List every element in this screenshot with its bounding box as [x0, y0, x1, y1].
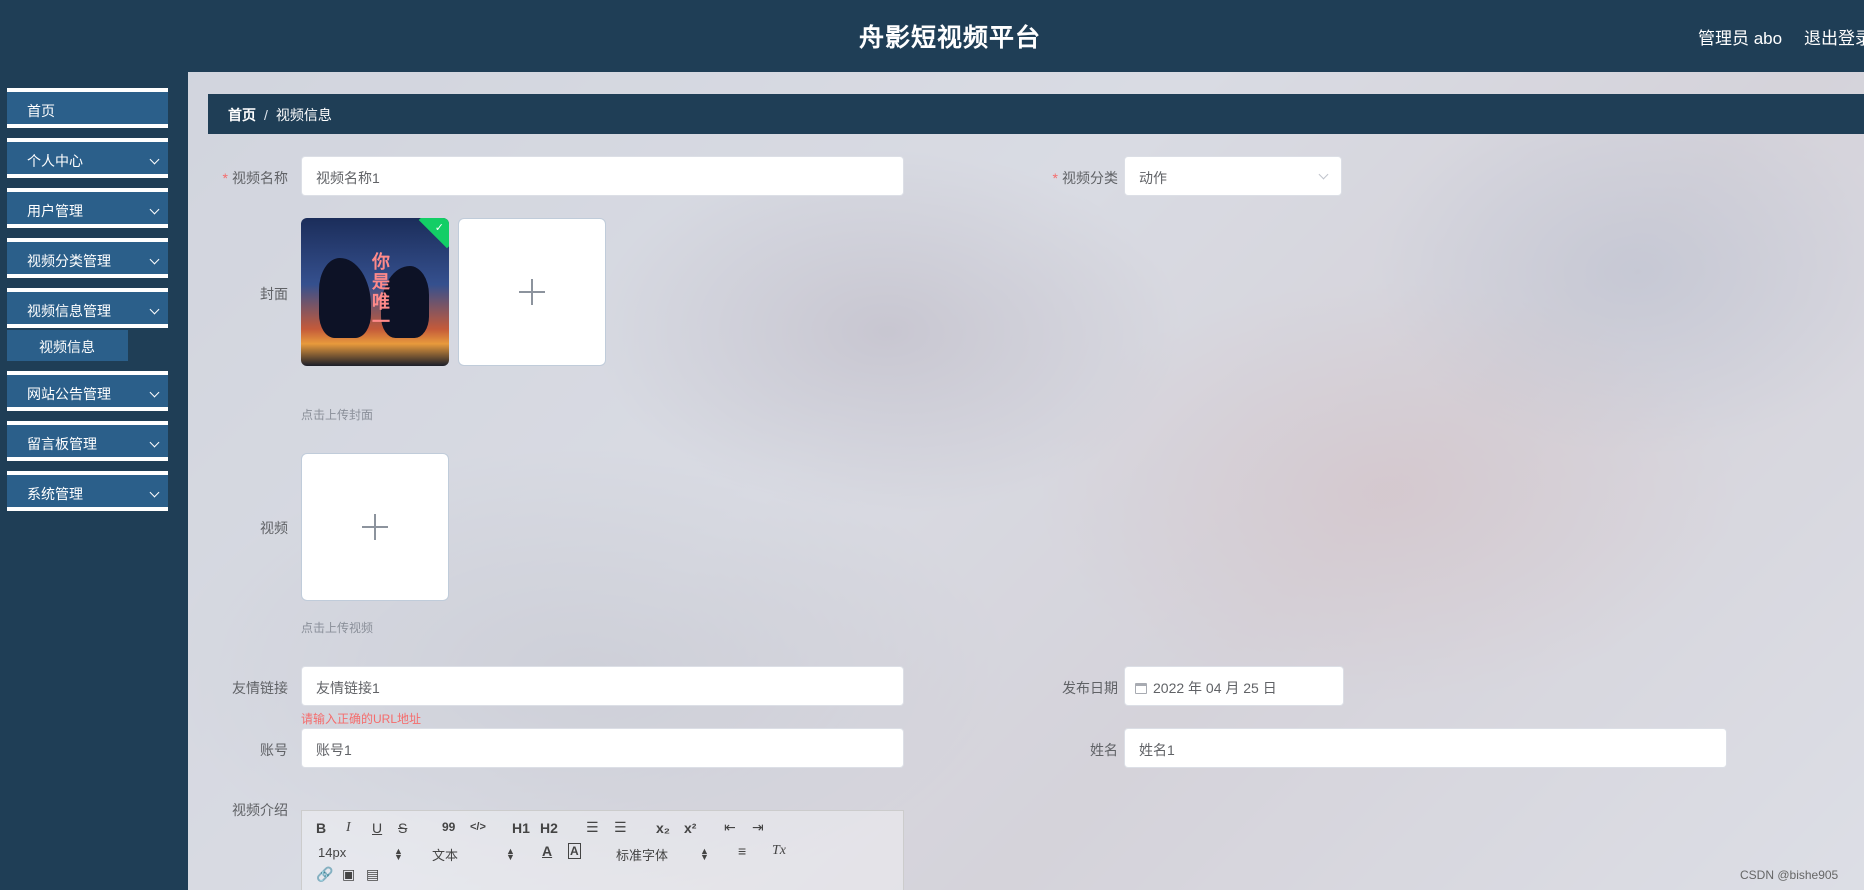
- cover-label: 封面: [260, 286, 288, 302]
- sidebar-item-message-board[interactable]: 留言板管理: [7, 421, 168, 461]
- code-block-button[interactable]: </>: [470, 821, 486, 833]
- link-icon[interactable]: 🔗: [316, 866, 333, 883]
- format-select[interactable]: 文本: [432, 845, 458, 864]
- calendar-icon: [1135, 683, 1147, 694]
- bold-button[interactable]: B: [316, 820, 326, 836]
- sidebar-item-label: 视频信息管理: [27, 303, 111, 319]
- realname-label: 姓名: [1090, 742, 1118, 758]
- sidebar-item-label: 用户管理: [27, 203, 83, 219]
- chevron-down-icon: [1318, 169, 1329, 180]
- chevron-down-icon: [149, 487, 160, 498]
- indent-icon[interactable]: ⇥: [752, 819, 764, 836]
- chevron-down-icon: [149, 437, 160, 448]
- sidebar-item-label: 视频分类管理: [27, 253, 111, 269]
- sidebar-item-label: 个人中心: [27, 153, 83, 169]
- sidebar-item-home[interactable]: 首页: [7, 88, 168, 128]
- chevron-down-icon: [149, 387, 160, 398]
- video-category-select[interactable]: 动作: [1124, 156, 1342, 196]
- top-header: 舟影短视频平台 管理员 abo 退出登录: [0, 0, 1864, 72]
- silhouette-left: [319, 258, 371, 338]
- cover-hint: 点击上传封面: [301, 408, 374, 422]
- link-label: 友情链接: [232, 680, 288, 696]
- current-user: 管理员 abo: [1698, 29, 1783, 48]
- sidebar-item-video-category[interactable]: 视频分类管理: [7, 238, 168, 278]
- sidebar: 首页 个人中心 用户管理 视频分类管理 视频信息管理 视频信息 网站公告管理 留…: [0, 72, 188, 890]
- bullet-list-icon[interactable]: ☰: [614, 819, 627, 836]
- date-picker[interactable]: 2022 年 04 月 25 日: [1124, 666, 1344, 706]
- align-icon[interactable]: ≡: [738, 843, 746, 859]
- font-color-icon[interactable]: A: [542, 843, 552, 859]
- chevron-down-icon: [149, 204, 160, 215]
- sidebar-item-user-management[interactable]: 用户管理: [7, 188, 168, 228]
- sidebar-item-personal-center[interactable]: 个人中心: [7, 138, 168, 178]
- sidebar-item-announcement[interactable]: 网站公告管理: [7, 371, 168, 411]
- video-icon[interactable]: ▤: [366, 866, 379, 883]
- account-input[interactable]: 账号1: [301, 728, 904, 768]
- date-label: 发布日期: [1062, 680, 1118, 696]
- clean-format-button[interactable]: Tx: [772, 843, 786, 859]
- main-area: 首页 / 视频信息 * 视频名称 视频名称1 * 视频分类 动作 封面 你是唯一 ✓ 点…: [188, 72, 1864, 890]
- video-label: 视频: [260, 520, 288, 536]
- rich-text-editor: B I U S 99 </> H1 H2 ☰ ☰ x₂ x² ⇤ ⇥ 14px …: [301, 810, 904, 890]
- select-arrows-icon: ▲ ▼: [506, 846, 515, 862]
- ordered-list-icon[interactable]: ☰: [586, 819, 599, 836]
- image-icon[interactable]: ▣: [342, 866, 355, 883]
- account-label: 账号: [260, 742, 288, 758]
- cover-upload-button[interactable]: [458, 218, 606, 366]
- sidebar-subitem-video-info[interactable]: 视频信息: [7, 330, 128, 361]
- video-hint: 点击上传视频: [301, 621, 374, 635]
- cover-image-text: 你是唯一: [370, 252, 390, 332]
- superscript-button[interactable]: x²: [684, 820, 696, 836]
- sidebar-item-label: 首页: [27, 103, 55, 119]
- select-arrows-icon: ▲ ▼: [394, 846, 403, 862]
- plus-icon: [519, 279, 545, 305]
- chevron-down-icon: [149, 154, 160, 165]
- app-title: 舟影短视频平台: [858, 24, 1041, 52]
- intro-label: 视频介绍: [232, 802, 288, 818]
- watermark: CSDN @bishe905: [1740, 868, 1839, 882]
- video-name-input[interactable]: 视频名称1: [301, 156, 904, 196]
- check-icon: ✓: [434, 222, 444, 234]
- breadcrumb-current: 视频信息: [275, 107, 332, 123]
- strike-button[interactable]: S: [398, 820, 407, 836]
- realname-input[interactable]: 姓名1: [1124, 728, 1727, 768]
- blockquote-button[interactable]: 99: [442, 820, 455, 834]
- select-arrows-icon: ▲ ▼: [700, 846, 709, 862]
- h1-button[interactable]: H1: [512, 820, 530, 836]
- plus-icon: [362, 514, 388, 540]
- breadcrumb-home[interactable]: 首页: [228, 107, 256, 123]
- breadcrumb-separator: /: [264, 107, 268, 123]
- sidebar-item-label: 网站公告管理: [27, 386, 111, 402]
- link-input[interactable]: 友情链接1: [301, 666, 904, 706]
- sidebar-item-video-info-management[interactable]: 视频信息管理: [7, 288, 168, 328]
- underline-button[interactable]: U: [372, 820, 382, 836]
- chevron-down-icon: [149, 254, 160, 265]
- subscript-button[interactable]: x₂: [656, 820, 670, 836]
- chevron-down-icon: [149, 304, 160, 315]
- outdent-icon[interactable]: ⇤: [724, 819, 736, 836]
- video-upload-button[interactable]: [301, 453, 449, 601]
- italic-button[interactable]: I: [346, 820, 351, 836]
- video-name-label: * 视频名称: [222, 170, 288, 186]
- sidebar-item-label: 留言板管理: [27, 436, 97, 452]
- font-size-select[interactable]: 14px: [318, 845, 346, 860]
- sidebar-item-label: 系统管理: [27, 486, 83, 502]
- font-family-select[interactable]: 标准字体: [616, 845, 668, 864]
- background-color-icon[interactable]: A: [568, 843, 581, 859]
- logout-button[interactable]: 退出登录: [1804, 24, 1864, 49]
- h2-button[interactable]: H2: [540, 820, 558, 836]
- link-error: 请输入正确的URL地址: [301, 712, 422, 726]
- cover-image[interactable]: 你是唯一 ✓: [301, 218, 449, 366]
- breadcrumb: 首页 / 视频信息: [208, 94, 1864, 134]
- video-category-label: * 视频分类: [1052, 170, 1118, 186]
- sidebar-item-system[interactable]: 系统管理: [7, 471, 168, 511]
